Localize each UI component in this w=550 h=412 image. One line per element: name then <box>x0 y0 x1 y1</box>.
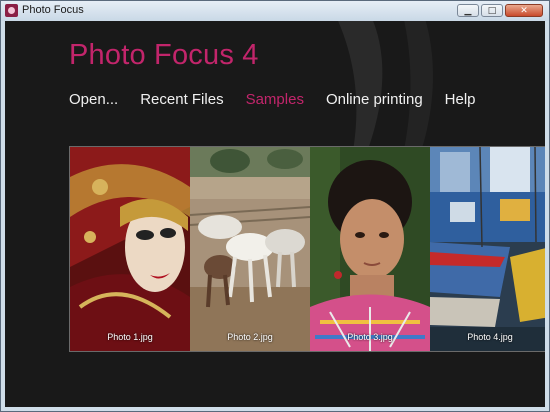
boats-photo-image <box>430 147 545 351</box>
photo-caption-2: Photo 2.jpg <box>227 332 273 342</box>
app-icon[interactable] <box>5 4 18 17</box>
main-area: Photo Focus 4 Open... Recent Files Sampl… <box>5 21 545 407</box>
minimize-button[interactable]: ▁ <box>457 4 479 17</box>
photo-caption-1: Photo 1.jpg <box>107 332 153 342</box>
nav-help[interactable]: Help <box>445 91 476 108</box>
photo-tile-3[interactable]: Photo 3.jpg <box>310 147 430 351</box>
photo-caption-3: Photo 3.jpg <box>347 332 393 342</box>
window-title: Photo Focus <box>22 4 84 16</box>
window-controls: ▁ □ ✕ <box>457 4 543 17</box>
maximize-button[interactable]: □ <box>481 4 503 17</box>
mask-photo-image <box>70 147 190 351</box>
nav-recent-files[interactable]: Recent Files <box>140 91 223 108</box>
photo-tile-1[interactable]: Photo 1.jpg <box>70 147 190 351</box>
nav-samples[interactable]: Samples <box>246 91 304 108</box>
photo-caption-4: Photo 4.jpg <box>467 332 513 342</box>
nav-open[interactable]: Open... <box>69 91 118 108</box>
portrait-photo-image <box>310 147 430 351</box>
photo-tile-4[interactable]: Photo 4.jpg <box>430 147 545 351</box>
app-window: Photo Focus ▁ □ ✕ Photo Focus 4 Open... … <box>0 0 550 412</box>
title-bar[interactable]: Photo Focus ▁ □ ✕ <box>1 1 549 21</box>
app-title: Photo Focus 4 <box>69 39 259 71</box>
nav-online-printing[interactable]: Online printing <box>326 91 423 108</box>
photo-tile-2[interactable]: Photo 2.jpg <box>190 147 310 351</box>
close-button[interactable]: ✕ <box>505 4 543 17</box>
main-nav: Open... Recent Files Samples Online prin… <box>69 91 498 108</box>
samples-gallery: Photo 1.jpg Photo 2.jpg Photo 3.jpg Phot… <box>69 146 545 352</box>
horses-photo-image <box>190 147 310 351</box>
